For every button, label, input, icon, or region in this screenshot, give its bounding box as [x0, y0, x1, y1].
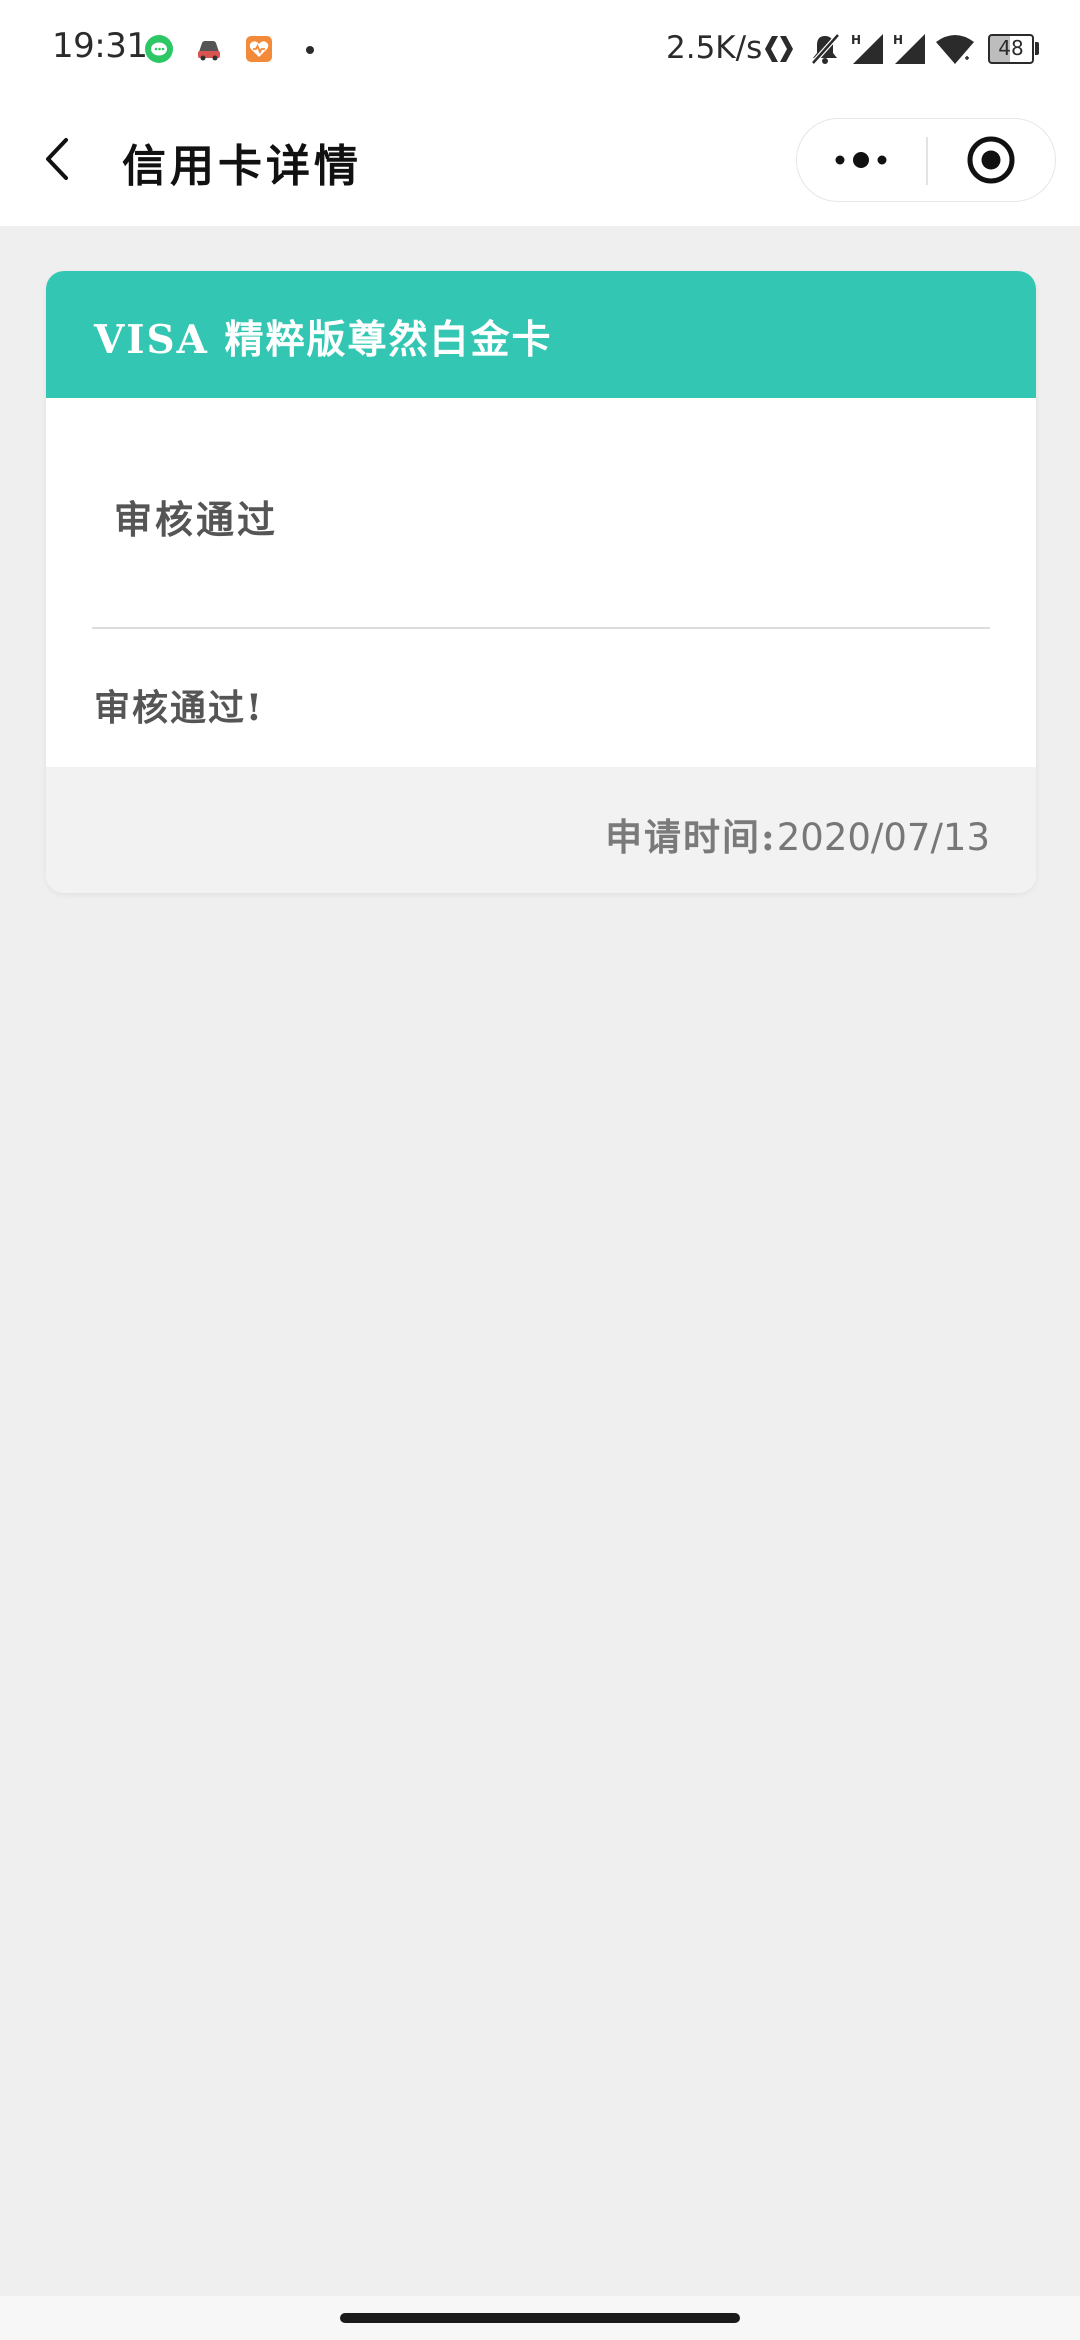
apply-time: 申请时间:2020/07/13	[605, 807, 990, 861]
status-time: 19:31	[52, 26, 148, 66]
battery-tip	[1035, 42, 1039, 55]
notification-dot	[306, 46, 314, 54]
status-bar: 19:31 2.5K/s H H 48	[0, 0, 1080, 100]
svg-text:H: H	[893, 33, 903, 47]
apply-time-label: 申请时间:	[605, 815, 777, 859]
card-name: VISA 精粹版尊然白金卡	[94, 317, 553, 363]
credit-card-detail: VISA 精粹版尊然白金卡 审核通过 审核通过! 申请时间:2020/07/13	[46, 271, 1036, 893]
card-header: VISA 精粹版尊然白金卡	[46, 271, 1036, 398]
nav-bar: 信用卡详情	[0, 100, 1080, 226]
more-dots-icon	[835, 152, 887, 168]
battery-level: 48	[998, 36, 1024, 60]
wechat-icon	[145, 35, 173, 63]
more-button[interactable]	[797, 119, 925, 201]
back-button[interactable]	[30, 124, 90, 194]
svg-text:H: H	[851, 33, 861, 47]
review-status-message: 审核通过!	[94, 687, 264, 729]
signal-h-icon: H	[893, 33, 925, 64]
chevron-left-icon	[46, 138, 68, 180]
review-status-title: 审核通过	[114, 497, 279, 542]
home-indicator[interactable]	[340, 2313, 740, 2323]
car-app-icon	[198, 41, 220, 61]
page-title: 信用卡详情	[122, 141, 362, 192]
nfc-icon	[765, 36, 793, 62]
target-close-icon	[967, 136, 1015, 184]
card-footer: 申请时间:2020/07/13	[46, 767, 1036, 893]
heart-app-icon	[246, 36, 272, 62]
signal-h-icon: H	[851, 33, 883, 64]
miniprogram-capsule	[796, 118, 1056, 202]
battery-icon: 48	[988, 34, 1034, 64]
close-miniprogram-button[interactable]	[927, 119, 1055, 201]
apply-time-value: 2020/07/13	[776, 816, 990, 859]
wifi-icon	[936, 35, 974, 64]
mute-icon	[811, 33, 840, 65]
network-speed: 2.5K/s	[666, 30, 763, 66]
divider	[92, 627, 990, 629]
